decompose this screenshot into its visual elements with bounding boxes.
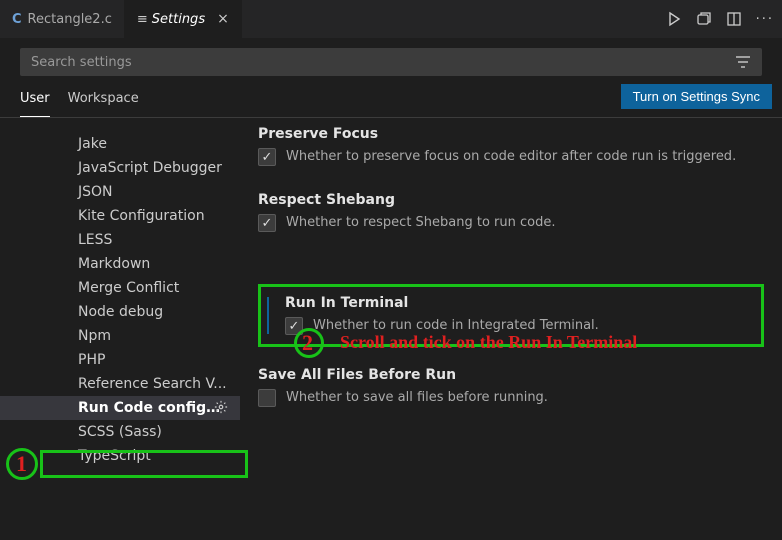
settings-content: Preserve Focus Whether to preserve focus…: [240, 118, 782, 540]
tab-rectangle2c[interactable]: C Rectangle2.c: [0, 0, 125, 38]
settings-body: Jake JavaScript Debugger JSON Kite Confi…: [0, 118, 782, 540]
sidebar-item-kite[interactable]: Kite Configuration: [0, 204, 240, 228]
filter-icon[interactable]: [735, 55, 751, 69]
editor-tab-bar: C Rectangle2.c ≡ Settings × ···: [0, 0, 782, 38]
sidebar-item-js-debugger[interactable]: JavaScript Debugger: [0, 156, 240, 180]
sidebar-item-run-code-config[interactable]: Run Code configu...: [0, 396, 240, 420]
sidebar-item-scss[interactable]: SCSS (Sass): [0, 420, 240, 444]
settings-sliders-icon: ≡: [137, 12, 146, 27]
sidebar-item-label: Run Code configu...: [78, 400, 232, 416]
setting-desc: Whether to preserve focus on code editor…: [286, 148, 736, 166]
sidebar-item-php[interactable]: PHP: [0, 348, 240, 372]
checkbox-save-all-files[interactable]: [258, 389, 276, 407]
sidebar-item-merge-conflict[interactable]: Merge Conflict: [0, 276, 240, 300]
file-c-icon: C: [12, 12, 22, 27]
annotation-step-2-num: 2: [302, 330, 313, 356]
setting-title: Respect Shebang: [258, 192, 764, 208]
open-changes-icon[interactable]: [696, 11, 712, 27]
settings-sync-button[interactable]: Turn on Settings Sync: [621, 84, 772, 109]
annotation-step-2-text: Scroll and tick on the Run In Terminal: [340, 332, 637, 353]
scope-tab-workspace[interactable]: Workspace: [68, 91, 139, 116]
more-icon[interactable]: ···: [756, 12, 774, 27]
setting-preserve-focus: Preserve Focus Whether to preserve focus…: [258, 126, 764, 166]
sidebar-item-node-debug[interactable]: Node debug: [0, 300, 240, 324]
settings-toc: Jake JavaScript Debugger JSON Kite Confi…: [0, 118, 240, 540]
sidebar-item-markdown[interactable]: Markdown: [0, 252, 240, 276]
sidebar-item-npm[interactable]: Npm: [0, 324, 240, 348]
setting-save-all-files: Save All Files Before Run Whether to sav…: [258, 367, 764, 407]
gear-icon[interactable]: [214, 400, 228, 414]
modified-indicator: [267, 297, 269, 333]
settings-search-input[interactable]: Search settings: [20, 48, 762, 76]
sidebar-item-jake[interactable]: Jake: [0, 132, 240, 156]
tab-label: Rectangle2.c: [28, 12, 112, 27]
split-editor-icon[interactable]: [726, 11, 742, 27]
scope-tab-user[interactable]: User: [20, 91, 50, 117]
settings-scope-tabs: User Workspace Turn on Settings Sync: [0, 82, 782, 118]
editor-actions: ···: [666, 0, 774, 38]
sidebar-item-reference-search[interactable]: Reference Search V...: [0, 372, 240, 396]
setting-respect-shebang: Respect Shebang Whether to respect Sheba…: [258, 192, 764, 232]
setting-title: Save All Files Before Run: [258, 367, 764, 383]
checkbox-preserve-focus[interactable]: [258, 148, 276, 166]
setting-desc: Whether to respect Shebang to run code.: [286, 214, 556, 232]
run-icon[interactable]: [666, 11, 682, 27]
tab-settings[interactable]: ≡ Settings ×: [125, 0, 242, 38]
setting-desc: Whether to save all files before running…: [286, 389, 548, 407]
tab-label: Settings: [152, 12, 205, 27]
setting-title: Run In Terminal: [285, 295, 751, 311]
sidebar-item-json[interactable]: JSON: [0, 180, 240, 204]
close-icon[interactable]: ×: [217, 11, 229, 27]
sidebar-item-less[interactable]: LESS: [0, 228, 240, 252]
checkbox-respect-shebang[interactable]: [258, 214, 276, 232]
setting-title: Preserve Focus: [258, 126, 764, 142]
search-placeholder: Search settings: [31, 55, 132, 70]
